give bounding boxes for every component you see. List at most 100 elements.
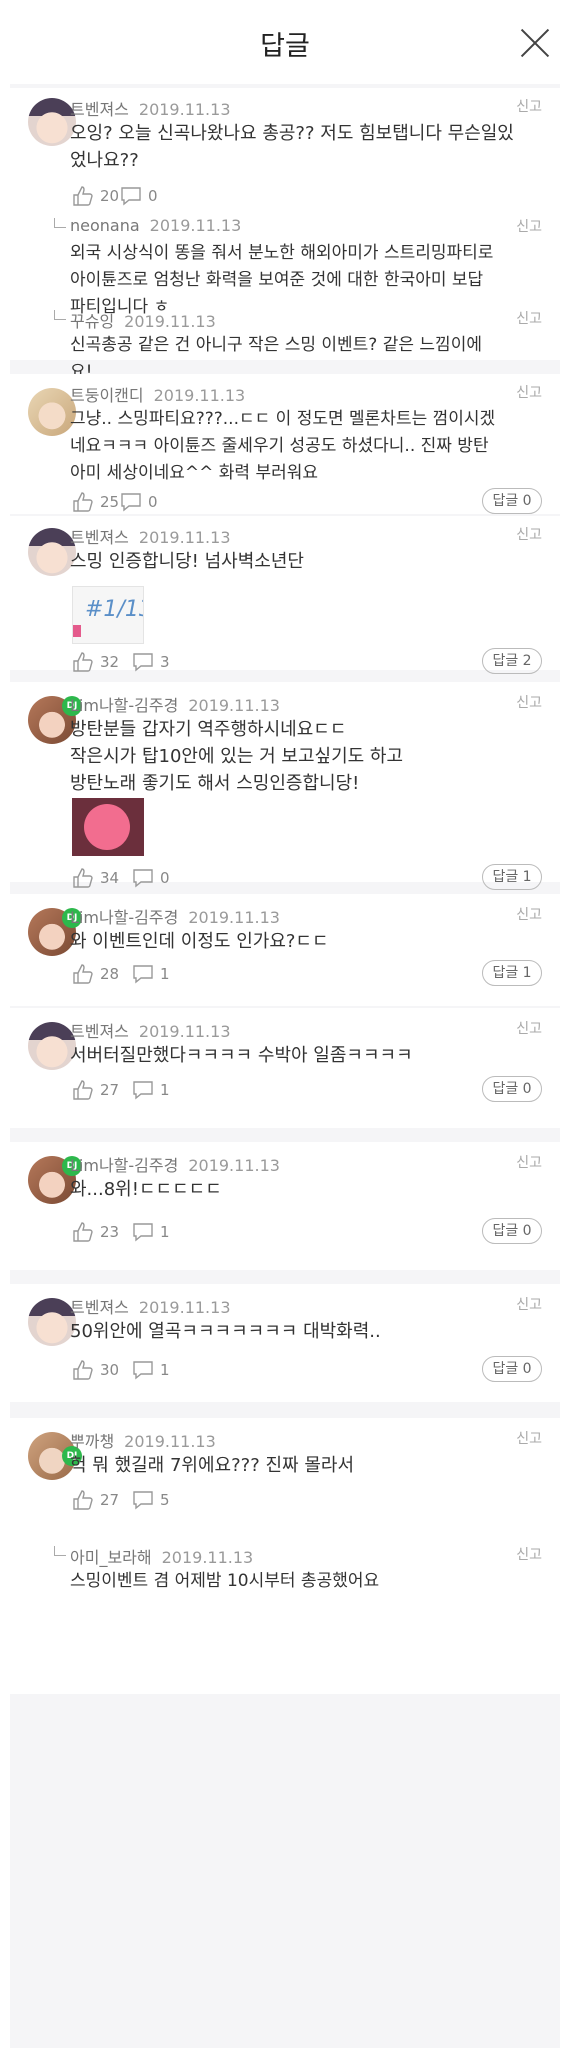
speech-bubble-icon xyxy=(133,1491,153,1510)
comment-date: 2019.11.13 xyxy=(138,1022,231,1041)
speech-bubble-icon xyxy=(121,493,141,512)
comment-author[interactable]: 트둥이캔디 2019.11.13 xyxy=(70,382,245,406)
thumbs-up-icon xyxy=(73,868,93,888)
thumbs-up-icon xyxy=(73,1080,93,1100)
comment-card: 트벤져스 2019.11.13 신고 50위안에 열곡ㅋㅋㅋㅋㅋㅋㅋ 대박화력..… xyxy=(10,1284,560,1402)
report-button[interactable]: 신고 xyxy=(516,308,542,328)
report-button[interactable]: 신고 xyxy=(516,1428,542,1448)
speech-bubble-icon xyxy=(133,869,153,888)
reply-count-button[interactable]: 답글 0 xyxy=(482,488,542,514)
like-count: 34 xyxy=(100,869,120,887)
comment-card: DJ 뿌까챙 2019.11.13 신고 헉 뭐 했길래 7위에요??? 진짜 몰… xyxy=(10,1418,560,1694)
speech-bubble-icon xyxy=(133,1223,153,1242)
comment-text: 오잉? 오늘 신곡나왔나요 총공?? 저도 힘보탭니다 무슨일있 었나요?? xyxy=(70,123,514,171)
comment-count: 3 xyxy=(160,653,170,671)
comment-count: 1 xyxy=(160,1081,170,1099)
report-button[interactable]: 신고 xyxy=(516,1018,542,1038)
attached-image[interactable] xyxy=(72,798,144,856)
comment-card: 트벤져스 2019.11.13 신고 스밍 인증합니당! 넘사벽소년단 #1/1 3… xyxy=(10,516,560,674)
reply-text: 스밍이벤트 겸 어제밤 10시부터 총공했어요 xyxy=(70,1571,380,1591)
comment-text: 와 이벤트인데 이정도 인가요?ㄷㄷ xyxy=(70,931,329,952)
like-count: 23 xyxy=(100,1223,120,1241)
image-detail xyxy=(73,625,81,637)
avatar[interactable] xyxy=(28,1022,76,1070)
comment-count: 1 xyxy=(160,1223,170,1241)
report-button[interactable]: 신고 xyxy=(516,382,542,402)
comment-date: 2019.11.13 xyxy=(188,1156,280,1175)
report-button[interactable]: 신고 xyxy=(516,1544,542,1564)
comment-actions: 25 0 xyxy=(72,490,542,514)
report-button[interactable]: 신고 xyxy=(516,904,542,924)
report-button[interactable]: 신고 xyxy=(516,524,542,544)
thumbs-up-icon xyxy=(73,1222,93,1242)
thumbs-up-icon xyxy=(73,186,93,206)
comment-count: 0 xyxy=(148,493,158,511)
like-count: 30 xyxy=(100,1361,120,1379)
comment-author[interactable]: Lim나할-김주경 2019.11.13 xyxy=(70,692,280,716)
comment-date: 2019.11.13 xyxy=(124,1432,216,1451)
comment-date: 2019.11.13 xyxy=(138,528,231,547)
comment-card: DJ Lim나할-김주경 2019.11.13 신고 와 이벤트인데 이정도 인가… xyxy=(10,894,560,1006)
speech-bubble-icon xyxy=(133,965,153,984)
reply-list[interactable]: 트벤져스 2019.11.13 신고 오잉? 오늘 신곡나왔나요 총공?? 저도 … xyxy=(10,84,560,2048)
comment-author[interactable]: 트벤져스 2019.11.13 xyxy=(70,524,231,548)
comment-text: 헉 뭐 했길래 7위에요??? 진짜 몰라서 xyxy=(70,1455,355,1476)
reply-arrow-icon xyxy=(54,310,66,320)
comment-card: DJ Lim나할-김주경 2019.11.13 신고 와...8위!ㄷㄷㄷㄷㄷ 2… xyxy=(10,1142,560,1270)
comment-text: 스밍 인증합니당! 넘사벽소년단 xyxy=(70,551,304,572)
avatar[interactable] xyxy=(28,388,76,436)
reply-count-button[interactable]: 답글 0 xyxy=(482,1218,542,1244)
reply-author[interactable]: 꾸슈잉 2019.11.13 xyxy=(70,308,216,332)
comment-text: 그냥.. 스밍파티요???...ㄷㄷ 이 정도면 멜론차트는 껌이시겠 네요ㅋㅋ… xyxy=(70,409,496,483)
comment-card: 트벤져스 2019.11.13 신고 오잉? 오늘 신곡나왔나요 총공?? 저도 … xyxy=(10,88,560,382)
reply-count-button[interactable]: 답글 2 xyxy=(482,648,542,674)
thumbs-up-icon xyxy=(73,1490,93,1510)
report-button[interactable]: 신고 xyxy=(516,692,542,712)
comment-actions: 27 5 xyxy=(72,1488,542,1512)
avatar[interactable] xyxy=(28,528,76,576)
speech-bubble-icon xyxy=(133,1081,153,1100)
comment-author[interactable]: 트벤져스 2019.11.13 xyxy=(70,1294,231,1318)
comment-author[interactable]: 뿌까챙 2019.11.13 xyxy=(70,1428,216,1452)
comment-actions: 32 3 xyxy=(72,650,542,674)
comment-date: 2019.11.13 xyxy=(138,1298,231,1317)
speech-bubble-icon xyxy=(121,187,141,206)
comment-count: 0 xyxy=(160,869,170,887)
report-button[interactable]: 신고 xyxy=(516,1294,542,1314)
reply-author[interactable]: neonana 2019.11.13 xyxy=(70,216,241,235)
like-count: 25 xyxy=(100,493,120,511)
report-button[interactable]: 신고 xyxy=(516,1152,542,1172)
comment-date: 2019.11.13 xyxy=(138,100,231,119)
comment-actions: 28 1 xyxy=(72,962,542,986)
report-button[interactable]: 신고 xyxy=(516,96,542,116)
comment-date: 2019.11.13 xyxy=(153,386,246,405)
comment-author[interactable]: Lim나할-김주경 2019.11.13 xyxy=(70,1152,280,1176)
speech-bubble-icon xyxy=(133,1361,153,1380)
comment-author[interactable]: Lim나할-김주경 2019.11.13 xyxy=(70,904,280,928)
comment-author[interactable]: 트벤져스 2019.11.13 xyxy=(70,96,231,120)
page-title: 답글 xyxy=(260,31,310,62)
report-button[interactable]: 신고 xyxy=(516,216,542,236)
avatar[interactable] xyxy=(28,1298,76,1346)
thumbs-up-icon xyxy=(73,652,93,672)
comment-text: 와...8위!ㄷㄷㄷㄷㄷ xyxy=(70,1179,222,1200)
avatar[interactable] xyxy=(28,98,76,146)
reply-count-button[interactable]: 답글 0 xyxy=(482,1356,542,1382)
like-count: 32 xyxy=(100,653,120,671)
like-count: 27 xyxy=(100,1491,120,1509)
close-icon[interactable] xyxy=(518,26,552,60)
image-handwriting: #1/13 xyxy=(85,597,143,622)
reply-arrow-icon xyxy=(54,1546,66,1556)
speech-bubble-icon xyxy=(133,653,153,672)
reply-count-button[interactable]: 답글 0 xyxy=(482,1076,542,1102)
reply-count-button[interactable]: 답글 1 xyxy=(482,864,542,890)
reply-date: 2019.11.13 xyxy=(161,1548,254,1567)
comment-date: 2019.11.13 xyxy=(188,696,280,715)
reply-count-button[interactable]: 답글 1 xyxy=(482,960,542,986)
reply-date: 2019.11.13 xyxy=(124,312,216,331)
attached-image[interactable]: #1/13 xyxy=(72,586,144,644)
comment-author[interactable]: 트벤져스 2019.11.13 xyxy=(70,1018,231,1042)
comment-text: 방탄분들 갑자기 역주행하시네요ㄷㄷ 작은시가 탑10안에 있는 거 보고싶기도… xyxy=(70,719,404,794)
reply-author[interactable]: 아미_보라해 2019.11.13 xyxy=(70,1544,253,1568)
comment-card: DJ Lim나할-김주경 2019.11.13 신고 방탄분들 갑자기 역주행하시… xyxy=(10,682,560,890)
